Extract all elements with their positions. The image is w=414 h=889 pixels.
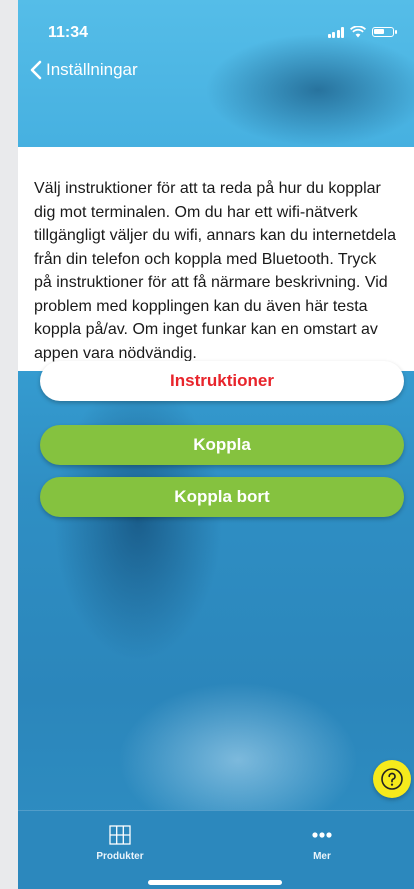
more-dots-icon bbox=[312, 832, 332, 838]
disconnect-button-label: Koppla bort bbox=[174, 487, 270, 506]
tab-produkter[interactable]: Produkter bbox=[70, 825, 170, 862]
signal-icon bbox=[327, 26, 344, 38]
connect-button[interactable]: Koppla bbox=[40, 425, 404, 465]
grid-icon bbox=[109, 825, 131, 845]
tab-mer[interactable]: Mer bbox=[272, 825, 372, 862]
info-text: Välj instruktioner för att ta reda på hu… bbox=[34, 180, 396, 362]
battery-icon bbox=[372, 27, 397, 37]
info-panel: Välj instruktioner för att ta reda på hu… bbox=[18, 147, 414, 371]
tab-produkter-label: Produkter bbox=[96, 851, 144, 862]
wifi-icon bbox=[350, 26, 366, 38]
status-icons bbox=[327, 26, 397, 38]
instructions-button[interactable]: Instruktioner bbox=[40, 361, 404, 401]
connect-button-label: Koppla bbox=[193, 435, 251, 454]
tab-mer-label: Mer bbox=[313, 851, 331, 862]
chevron-left-icon bbox=[30, 60, 42, 80]
instructions-button-label: Instruktioner bbox=[170, 371, 274, 390]
home-indicator bbox=[148, 880, 282, 885]
back-button[interactable]: Inställningar bbox=[30, 60, 138, 80]
app-screen: 11:34 Inställningar Välj instruktioner f… bbox=[18, 0, 414, 889]
disconnect-button[interactable]: Koppla bort bbox=[40, 477, 404, 517]
back-button-label: Inställningar bbox=[46, 60, 138, 79]
tab-bar: Produkter Mer bbox=[18, 810, 414, 889]
status-bar: 11:34 bbox=[18, 0, 414, 50]
status-time: 11:34 bbox=[48, 24, 89, 41]
question-mark-icon bbox=[381, 768, 403, 790]
help-button[interactable] bbox=[373, 760, 411, 798]
